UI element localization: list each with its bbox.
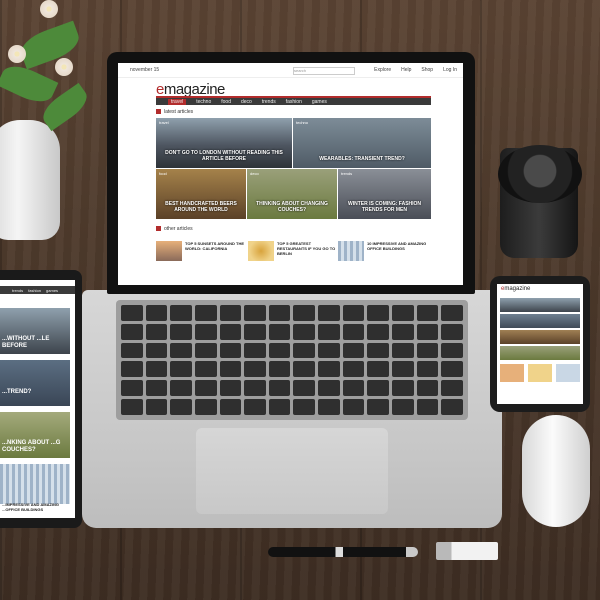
plant-pot xyxy=(0,120,60,240)
phone-article-card[interactable] xyxy=(500,330,580,344)
date-label: november 15 xyxy=(130,67,160,73)
phone-article-card[interactable] xyxy=(500,314,580,328)
tablet-article-card[interactable]: ...impressive and amazing ...office buil… xyxy=(0,464,70,512)
tablet-article-card[interactable]: ...trend? xyxy=(0,360,70,406)
coffee-cup-lid xyxy=(498,145,582,203)
top-bar: november 15 search Explore Help Shop Log… xyxy=(118,63,463,78)
nav-deco[interactable]: deco xyxy=(241,99,252,105)
article-tile[interactable]: travel Don't go to London without readin… xyxy=(156,118,292,168)
tablet-nav-fashion[interactable]: fashion xyxy=(28,288,41,293)
orchid-flower xyxy=(8,45,26,63)
tablet-nav-trends[interactable]: trends xyxy=(12,288,23,293)
article-tile[interactable]: food Best handcrafted beers around the w… xyxy=(156,169,246,219)
phone-screen: emagazine xyxy=(497,284,583,404)
phone-other-articles[interactable] xyxy=(500,364,580,382)
article-thumbnail xyxy=(248,241,274,261)
nav-trends[interactable]: trends xyxy=(262,99,276,105)
laptop-trackpad xyxy=(196,428,388,514)
explore-link[interactable]: Explore xyxy=(374,67,391,73)
other-article[interactable]: Top 5 greatest restaurants if you go to … xyxy=(248,241,337,261)
other-articles-heading: other articles xyxy=(156,226,193,232)
nav-fashion[interactable]: fashion xyxy=(286,99,302,105)
usb-stick xyxy=(436,542,498,560)
article-tile[interactable]: techno Wearables: transient trend? xyxy=(293,118,431,168)
help-link[interactable]: Help xyxy=(401,67,411,73)
nav-games[interactable]: games xyxy=(312,99,327,105)
top-links: Explore Help Shop Log In xyxy=(374,67,457,73)
tablet-nav-games[interactable]: games xyxy=(46,288,58,293)
article-tile[interactable]: trends Winter is coming: fashion trends … xyxy=(338,169,431,219)
main-nav: travel techno food deco trends fashion g… xyxy=(156,96,431,105)
latest-articles-heading: latest articles xyxy=(156,109,193,115)
tablet-article-card[interactable]: ...without ...le before xyxy=(0,308,70,354)
laptop-keyboard xyxy=(116,300,468,420)
article-tile[interactable]: deco Thinking about changing couches? xyxy=(247,169,337,219)
orchid-flower xyxy=(55,58,73,76)
phone-article-card[interactable] xyxy=(500,346,580,360)
laptop-screen: november 15 search Explore Help Shop Log… xyxy=(118,63,463,285)
shop-link[interactable]: Shop xyxy=(421,67,433,73)
phone-logo[interactable]: emagazine xyxy=(501,286,530,292)
nav-food[interactable]: food xyxy=(221,99,231,105)
other-article[interactable]: Top 5 sunsets around the world: Californ… xyxy=(156,241,245,261)
pen xyxy=(268,547,418,557)
login-link[interactable]: Log In xyxy=(443,67,457,73)
nav-travel[interactable]: travel xyxy=(168,98,187,105)
tablet-article-card[interactable]: ...nking about ...g couches? xyxy=(0,412,70,458)
search-input[interactable]: search xyxy=(293,67,355,75)
article-thumbnail xyxy=(156,241,182,261)
other-article[interactable]: 10 impressive and amazing office buildin… xyxy=(338,241,427,261)
article-thumbnail xyxy=(338,241,364,261)
orchid-flower xyxy=(40,0,58,18)
phone-article-card[interactable] xyxy=(500,298,580,312)
mouse xyxy=(522,415,590,527)
tablet-nav: trends fashion games xyxy=(0,286,75,294)
nav-techno[interactable]: techno xyxy=(196,99,211,105)
tablet-screen: trends fashion games ...without ...le be… xyxy=(0,280,75,518)
